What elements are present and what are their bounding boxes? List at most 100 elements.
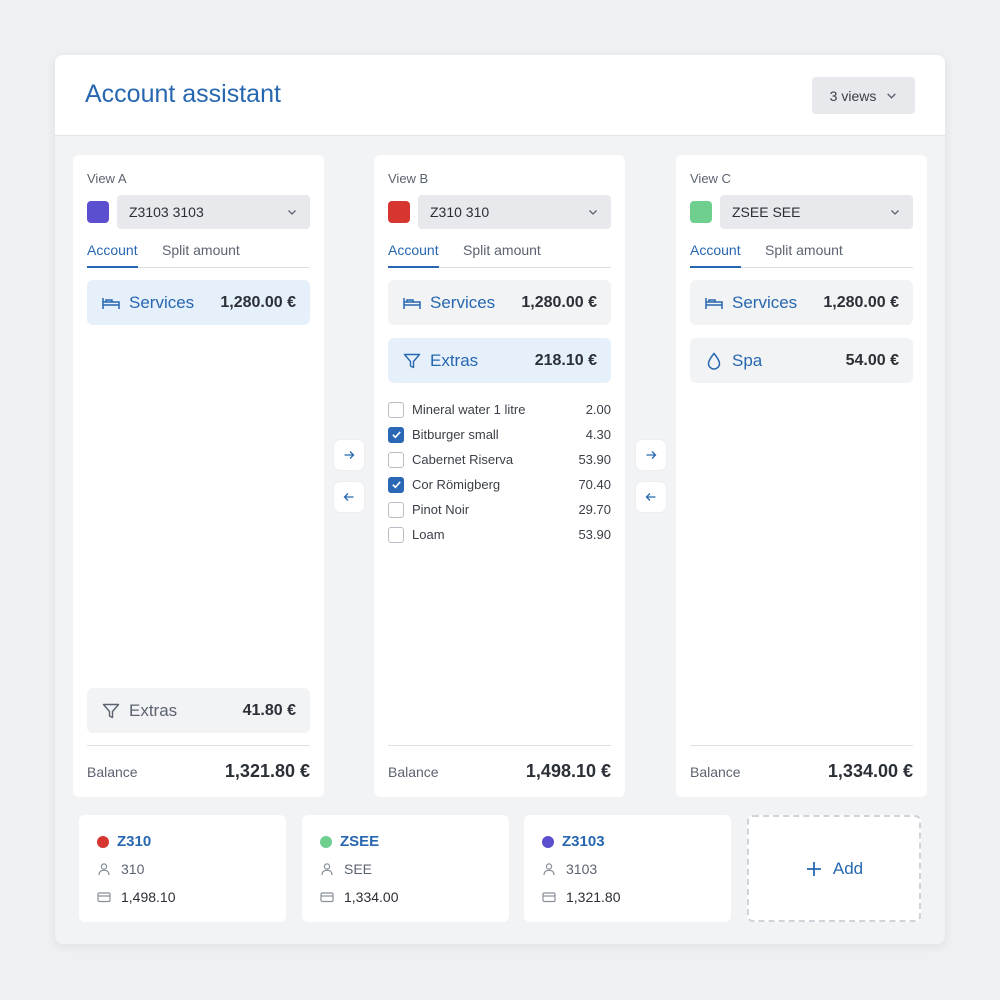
card-amount-row: 1,498.10 <box>97 889 176 905</box>
category-services[interactable]: Services 1,280.00 € <box>388 280 611 325</box>
account-select[interactable]: Z3103 3103 <box>117 195 310 229</box>
balance-value: 1,334.00 € <box>827 761 913 781</box>
account-select-value: ZSEE SEE <box>732 204 801 220</box>
account-card-z310[interactable]: Z310 310 1,498.10 <box>79 815 286 922</box>
account-select[interactable]: ZSEE SEE <box>720 195 913 229</box>
color-dot <box>542 836 554 848</box>
move-left-button[interactable] <box>636 482 666 512</box>
arrow-right-icon <box>646 451 657 459</box>
card-amount: 1,334.00 <box>344 889 399 905</box>
category-name: Services <box>129 292 195 312</box>
checkmark-icon <box>391 481 401 489</box>
tab-bar: Account Split amount <box>87 241 310 268</box>
category-services[interactable]: Services 1,280.00 € <box>690 280 913 325</box>
list-item[interactable]: Bitburger small 4.30 <box>388 422 611 447</box>
list-item[interactable]: Mineral water 1 litre 2.00 <box>388 397 611 422</box>
category-spa[interactable]: Spa 54.00 € <box>690 338 913 383</box>
category-amount: 41.80 € <box>242 701 296 719</box>
card-amount: 1,321.80 <box>566 889 621 905</box>
card-room: 3103 <box>566 861 598 877</box>
move-right-button[interactable] <box>636 440 666 470</box>
card-room-row: SEE <box>320 861 372 877</box>
tab-bar: Account Split amount <box>388 241 611 268</box>
list-item[interactable]: Pinot Noir 29.70 <box>388 497 611 522</box>
category-amount: 54.00 € <box>845 351 899 369</box>
account-select-value: Z310 310 <box>430 204 490 220</box>
person-icon <box>321 863 333 876</box>
add-account-button[interactable]: Add <box>747 815 921 922</box>
bed-icon <box>705 297 723 309</box>
bed-icon <box>102 297 120 309</box>
view-label: View C <box>690 171 731 186</box>
account-assistant-window: Account assistant 3 views View A Z3103 3… <box>55 55 945 944</box>
category-extras[interactable]: Extras 41.80 € <box>87 688 310 733</box>
move-left-button[interactable] <box>334 482 364 512</box>
category-name: Extras <box>129 700 178 720</box>
card-account-name: Z310 <box>117 833 152 850</box>
views-dropdown-label: 3 views <box>829 87 877 104</box>
credit-card-icon <box>97 892 111 903</box>
card-room-row: 310 <box>97 861 144 877</box>
item-amount: 29.70 <box>578 502 611 517</box>
checkbox[interactable] <box>388 526 404 543</box>
account-card-z3103[interactable]: Z3103 3103 1,321.80 <box>524 815 731 922</box>
filter-icon <box>102 703 120 718</box>
checkbox[interactable] <box>388 451 404 468</box>
category-name: Spa <box>732 350 763 370</box>
item-name: Pinot Noir <box>412 502 470 517</box>
tab-account[interactable]: Account <box>388 242 439 268</box>
list-item[interactable]: Cabernet Riserva 53.90 <box>388 447 611 472</box>
checkbox[interactable] <box>388 426 404 443</box>
move-right-button[interactable] <box>334 440 364 470</box>
item-name: Cor Römigberg <box>412 477 501 492</box>
category-services[interactable]: Services 1,280.00 € <box>87 280 310 325</box>
card-account-name: ZSEE <box>340 833 380 850</box>
tab-account[interactable]: Account <box>87 242 138 268</box>
balance-label: Balance <box>87 764 138 780</box>
checkbox[interactable] <box>388 501 404 518</box>
card-amount: 1,498.10 <box>121 889 176 905</box>
page-title: Account assistant <box>85 80 281 108</box>
color-dot <box>320 836 332 848</box>
card-room-row: 3103 <box>542 861 597 877</box>
balance-label: Balance <box>388 764 439 780</box>
arrow-left-icon <box>343 493 354 501</box>
category-amount: 218.10 € <box>534 351 597 369</box>
color-swatch <box>690 201 712 223</box>
category-amount: 1,280.00 € <box>220 293 296 311</box>
item-name: Mineral water 1 litre <box>412 402 526 417</box>
category-extras[interactable]: Extras 218.10 € <box>388 338 611 383</box>
bed-icon <box>403 297 421 309</box>
chevron-down-icon <box>288 210 296 215</box>
color-dot <box>97 836 109 848</box>
account-select[interactable]: Z310 310 <box>418 195 611 229</box>
list-item[interactable]: Loam 53.90 <box>388 522 611 547</box>
plus-icon <box>806 861 821 876</box>
drop-icon <box>707 351 721 370</box>
credit-card-icon <box>542 892 556 903</box>
tab-split-amount[interactable]: Split amount <box>463 242 541 268</box>
views-dropdown[interactable]: 3 views <box>812 77 915 114</box>
tab-account[interactable]: Account <box>690 242 741 268</box>
tab-split-amount[interactable]: Split amount <box>162 242 240 268</box>
view-panel-c: View C ZSEE SEE Account Split amount Ser… <box>676 155 927 797</box>
credit-card-icon <box>320 892 334 903</box>
card-amount-row: 1,321.80 <box>542 889 621 905</box>
person-icon <box>543 863 555 876</box>
item-name: Cabernet Riserva <box>412 452 514 467</box>
arrow-right-icon <box>344 451 355 459</box>
checkbox[interactable] <box>388 476 404 493</box>
checkbox[interactable] <box>388 401 404 418</box>
divider <box>87 745 310 746</box>
color-swatch <box>87 201 109 223</box>
account-card-zsee[interactable]: ZSEE SEE 1,334.00 <box>302 815 509 922</box>
tab-split-amount[interactable]: Split amount <box>765 242 843 268</box>
view-panel-b: View B Z310 310 Account Split amount Ser… <box>374 155 625 797</box>
list-item[interactable]: Cor Römigberg 70.40 <box>388 472 611 497</box>
view-label: View A <box>87 171 127 186</box>
item-amount: 53.90 <box>578 452 611 467</box>
divider <box>388 745 611 746</box>
card-room: SEE <box>344 861 373 877</box>
arrow-left-icon <box>645 493 656 501</box>
card-account-name: Z3103 <box>562 833 605 850</box>
